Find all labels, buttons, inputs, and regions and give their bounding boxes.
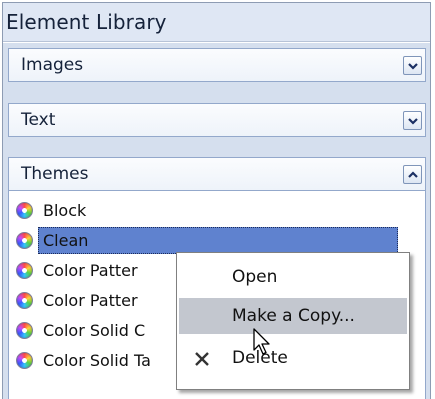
theme-orb-icon [16,292,33,309]
element-library-window: Element Library Images Text Themes Block… [0,0,435,399]
section-label: Text [21,110,56,130]
mouse-cursor-icon [253,328,270,355]
delete-x-icon [195,352,209,366]
theme-item-label: Block [43,201,87,220]
theme-item-label: Color Patter [43,261,138,280]
section-header-themes[interactable]: Themes [8,157,426,191]
theme-item-label: Color Solid C [43,321,146,340]
theme-item-label: Color Solid Ta [43,351,151,370]
theme-item-label: Color Patter [43,291,138,310]
section-header-text[interactable]: Text [8,103,426,137]
theme-item-clean[interactable]: Clean [9,226,427,255]
chevron-up-icon [408,171,418,178]
menu-item-make-a-copy[interactable]: Make a Copy... [179,298,407,334]
section-label: Themes [21,164,89,184]
theme-orb-icon [16,262,33,279]
theme-orb-icon [16,322,33,339]
collapse-themes-button[interactable] [403,165,422,184]
theme-item-block[interactable]: Block [9,196,427,225]
theme-item-label: Clean [38,227,398,254]
section-header-images[interactable]: Images [8,48,426,82]
context-menu: Open Make a Copy... Delete [176,252,410,390]
theme-orb-icon [16,232,33,249]
menu-item-open[interactable]: Open [179,259,407,295]
chevron-down-icon [408,63,418,70]
theme-orb-icon [16,352,33,369]
expand-text-button[interactable] [403,111,422,130]
section-label: Images [21,55,84,75]
theme-orb-icon [16,202,33,219]
panel-title: Element Library [3,3,430,42]
expand-images-button[interactable] [403,56,422,75]
menu-item-delete[interactable]: Delete [179,340,407,376]
chevron-down-icon [408,118,418,125]
